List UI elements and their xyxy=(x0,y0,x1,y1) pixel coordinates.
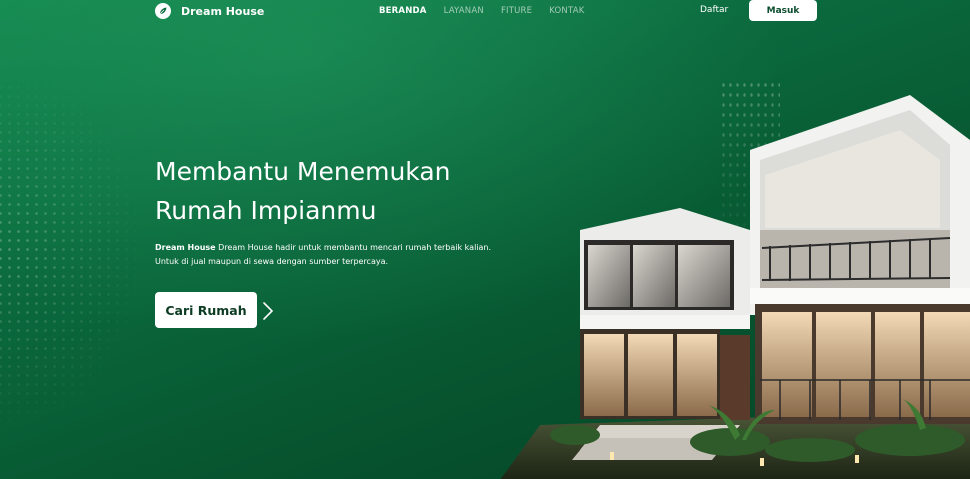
masuk-button[interactable]: Masuk xyxy=(749,0,817,21)
brand[interactable]: Dream House xyxy=(155,3,264,19)
main-menu: BERANDA LAYANAN FITURE KONTAK xyxy=(379,6,585,16)
menu-item-beranda[interactable]: BERANDA xyxy=(379,6,427,16)
menu-item-layanan[interactable]: LAYANAN xyxy=(444,6,484,16)
daftar-link[interactable]: Daftar xyxy=(700,5,728,15)
desc-brand: Dream House xyxy=(155,243,216,252)
menu-item-kontak[interactable]: KONTAK xyxy=(549,6,584,16)
hero-headline: Membantu Menemukan Rumah Impianmu xyxy=(155,152,535,230)
cari-rumah-button[interactable]: Cari Rumah xyxy=(155,292,257,328)
leaf-logo-icon xyxy=(155,3,171,19)
hero-description: Dream House Dream House hadir untuk memb… xyxy=(155,241,515,269)
chevron-right-icon[interactable] xyxy=(262,301,274,325)
headline-line-1: Membantu Menemukan xyxy=(155,157,451,186)
hero-section: Dream House BERANDA LAYANAN FITURE KONTA… xyxy=(0,0,970,479)
brand-name: Dream House xyxy=(181,4,265,18)
headline-line-2: Rumah Impianmu xyxy=(155,196,377,225)
menu-item-fiture[interactable]: FITURE xyxy=(501,6,532,16)
top-navbar: Dream House BERANDA LAYANAN FITURE KONTA… xyxy=(0,0,970,22)
house-illustration xyxy=(500,95,970,479)
desc-line-2: Untuk di jual maupun di sewa dengan sumb… xyxy=(155,257,389,266)
desc-line-1: Dream House hadir untuk membantu mencari… xyxy=(218,243,492,252)
